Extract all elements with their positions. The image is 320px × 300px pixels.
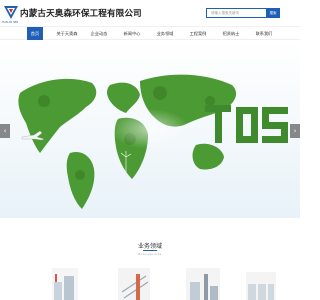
- thumbnail-plant[interactable]: [186, 268, 220, 300]
- thumbnail-pipes[interactable]: [118, 268, 150, 300]
- company-name: 内蒙古天奥森环保工程有限公司: [20, 9, 142, 19]
- banner-prev-arrow[interactable]: ‹: [0, 124, 10, 138]
- thumbnail-factory[interactable]: [52, 268, 78, 300]
- nav-item-business[interactable]: 业务领域: [154, 27, 176, 40]
- nav-item-cases[interactable]: 工程案例: [187, 27, 209, 40]
- search-input[interactable]: 请输入搜索关键词: [206, 8, 266, 18]
- company-logo[interactable]: [3, 4, 19, 21]
- nav-item-company-news[interactable]: 企业动态: [88, 27, 110, 40]
- header: TIAN AO SEN 内蒙古天奥森环保工程有限公司 请输入搜索关键词 搜索: [0, 0, 300, 26]
- nav-item-contact[interactable]: 联系我们: [253, 27, 275, 40]
- main-nav: 首页 关于天奥森 企业动态 新闻中心 业务领域 工程案例 招贤纳士 联系我们: [0, 26, 300, 40]
- hero-banner: [0, 41, 300, 218]
- search-button[interactable]: 搜索: [266, 8, 280, 18]
- banner-next-arrow[interactable]: ›: [290, 124, 300, 138]
- business-thumbnails: [52, 268, 276, 300]
- nav-item-news-center[interactable]: 新闻中心: [121, 27, 143, 40]
- section-divider: [143, 250, 157, 251]
- nav-item-about[interactable]: 关于天奥森: [54, 27, 80, 40]
- nav-item-careers[interactable]: 招贤纳士: [220, 27, 242, 40]
- logo-subtext: TIAN AO SEN: [2, 21, 19, 24]
- thumbnail-tanks[interactable]: [246, 272, 276, 300]
- banner-image: [0, 41, 300, 218]
- section-title: 业务领域: [137, 243, 162, 250]
- section-subtitle: Business area: [138, 252, 162, 256]
- nav-item-home[interactable]: 首页: [27, 27, 43, 40]
